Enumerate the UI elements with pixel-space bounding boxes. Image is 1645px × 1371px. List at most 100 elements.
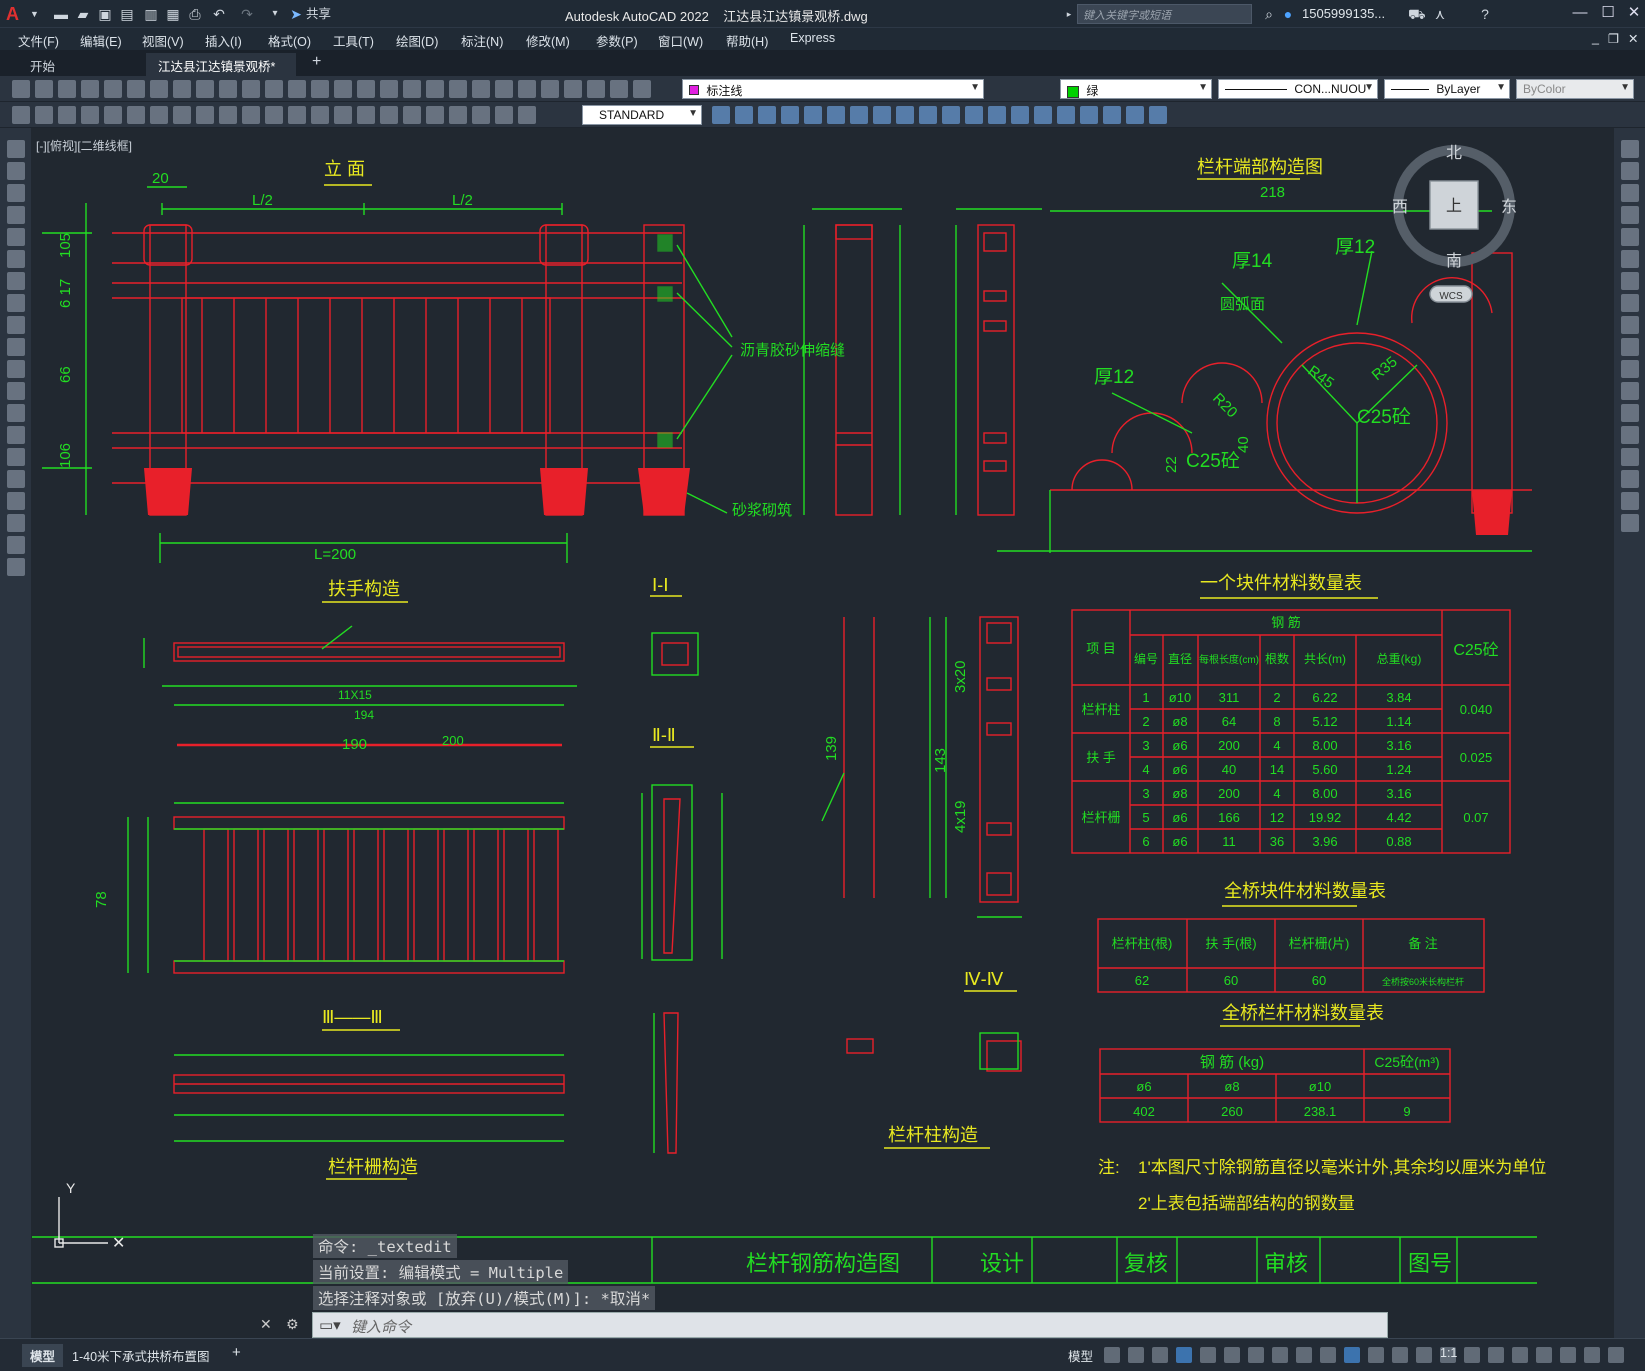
modify-palette-1-icon[interactable] [1621,140,1639,158]
new-file-icon[interactable]: ▬ [52,5,70,23]
status-toggle-17-icon[interactable] [1488,1347,1504,1363]
draw-palette-4-icon[interactable] [7,206,25,224]
status-toggle-12-icon[interactable] [1368,1347,1384,1363]
standard-tool-25-icon[interactable] [564,80,582,98]
menu-window[interactable]: 窗口(W) [658,31,703,50]
standard-tool-7-icon[interactable] [150,80,168,98]
status-toggle-6-icon[interactable] [1224,1347,1240,1363]
draw-tool-21-icon[interactable] [472,106,490,124]
menu-modify[interactable]: 修改(M) [526,31,570,50]
standard-tool-26-icon[interactable] [587,80,605,98]
status-toggle-22-icon[interactable] [1608,1347,1624,1363]
viewcube-wcs[interactable]: WCS [1439,291,1463,302]
status-toggle-16-icon[interactable] [1464,1347,1480,1363]
dim-tool-4-icon[interactable] [781,106,799,124]
standard-tool-10-icon[interactable] [219,80,237,98]
status-toggle-21-icon[interactable] [1584,1347,1600,1363]
cart-icon[interactable]: ⛟ [1408,5,1426,23]
standard-tool-27-icon[interactable] [610,80,628,98]
dim-tool-11-icon[interactable] [942,106,960,124]
tab-start[interactable]: 开始 [18,53,138,76]
status-toggle-11-icon[interactable] [1344,1347,1360,1363]
viewcube-south[interactable]: 南 [1446,252,1462,270]
tab-active-drawing[interactable]: 江达县江达镇景观桥* ✕ [146,53,296,90]
modify-palette-18-icon[interactable] [1621,514,1639,532]
save-as-icon[interactable]: ▤ [118,5,136,23]
dim-tool-10-icon[interactable] [919,106,937,124]
open-web-icon[interactable]: ▥ [142,5,160,23]
standard-tool-15-icon[interactable] [334,80,352,98]
draw-tool-2-icon[interactable] [35,106,53,124]
standard-tool-12-icon[interactable] [265,80,283,98]
draw-tool-5-icon[interactable] [104,106,122,124]
draw-palette-3-icon[interactable] [7,184,25,202]
menu-format[interactable]: 格式(O) [268,31,311,50]
annotation-scale[interactable]: 1:1 [1440,1346,1457,1360]
draw-palette-11-icon[interactable] [7,360,25,378]
minimize-button[interactable]: — [1566,3,1594,23]
dim-tool-16-icon[interactable] [1057,106,1075,124]
standard-tool-5-icon[interactable] [104,80,122,98]
doc-close-icon[interactable]: ✕ [1628,31,1638,46]
standard-tool-6-icon[interactable] [127,80,145,98]
new-tab-icon[interactable]: + [304,53,334,76]
status-toggle-4-icon[interactable] [1176,1347,1192,1363]
app-menu-arrow-icon[interactable]: ▼ [30,5,39,23]
draw-tool-16-icon[interactable] [357,106,375,124]
undo-icon[interactable]: ↶ [210,5,228,23]
draw-tool-22-icon[interactable] [495,106,513,124]
viewcube-top[interactable]: 上 [1446,197,1462,215]
draw-tool-4-icon[interactable] [81,106,99,124]
standard-tool-14-icon[interactable] [311,80,329,98]
draw-palette-13-icon[interactable] [7,404,25,422]
dim-tool-1-icon[interactable] [712,106,730,124]
draw-tool-19-icon[interactable] [426,106,444,124]
menu-view[interactable]: 视图(V) [142,31,184,50]
viewcube[interactable] [1393,145,1515,303]
modify-palette-11-icon[interactable] [1621,360,1639,378]
standard-tool-23-icon[interactable] [518,80,536,98]
dim-tool-17-icon[interactable] [1080,106,1098,124]
open-folder-icon[interactable]: ▰ [74,5,92,23]
layer-dropdown[interactable]: 标注线 ▼ [682,79,984,99]
dim-tool-6-icon[interactable] [827,106,845,124]
standard-tool-28-icon[interactable] [633,80,651,98]
linetype-dropdown[interactable]: CON...NUOU ▼ [1218,79,1378,99]
status-toggle-5-icon[interactable] [1200,1347,1216,1363]
standard-tool-20-icon[interactable] [449,80,467,98]
menu-dimension[interactable]: 标注(N) [461,31,503,50]
menu-help[interactable]: 帮助(H) [726,31,768,50]
help-search-input[interactable]: 键入关键字或短语 [1077,4,1252,24]
standard-tool-4-icon[interactable] [81,80,99,98]
standard-tool-17-icon[interactable] [380,80,398,98]
textstyle-dropdown[interactable]: STANDARD ▼ [582,105,702,125]
status-toggle-13-icon[interactable] [1392,1347,1408,1363]
status-toggle-8-icon[interactable] [1272,1347,1288,1363]
draw-palette-16-icon[interactable] [7,470,25,488]
standard-tool-21-icon[interactable] [472,80,490,98]
standard-tool-8-icon[interactable] [173,80,191,98]
search-expand-icon[interactable]: ▸ [1064,5,1074,23]
draw-palette-9-icon[interactable] [7,316,25,334]
status-toggle-19-icon[interactable] [1536,1347,1552,1363]
draw-tool-18-icon[interactable] [403,106,421,124]
menu-insert[interactable]: 插入(I) [205,31,242,50]
draw-tool-23-icon[interactable] [518,106,536,124]
autocad-logo-icon[interactable]: A [6,3,28,25]
menu-draw[interactable]: 绘图(D) [396,31,438,50]
dim-tool-7-icon[interactable] [850,106,868,124]
modify-palette-2-icon[interactable] [1621,162,1639,180]
dim-tool-19-icon[interactable] [1126,106,1144,124]
status-model-space[interactable]: 模型 [1068,1346,1093,1365]
modify-palette-9-icon[interactable] [1621,316,1639,334]
standard-tool-1-icon[interactable] [12,80,30,98]
redo-icon[interactable]: ↷ [238,5,256,23]
standard-tool-16-icon[interactable] [357,80,375,98]
help-icon[interactable]: ? [1476,5,1494,23]
dim-tool-13-icon[interactable] [988,106,1006,124]
draw-palette-12-icon[interactable] [7,382,25,400]
status-toggle-2-icon[interactable] [1128,1347,1144,1363]
customize-arrow-icon[interactable]: ▾ [268,5,282,23]
user-account[interactable]: 1505999135... [1302,6,1385,21]
dim-tool-8-icon[interactable] [873,106,891,124]
